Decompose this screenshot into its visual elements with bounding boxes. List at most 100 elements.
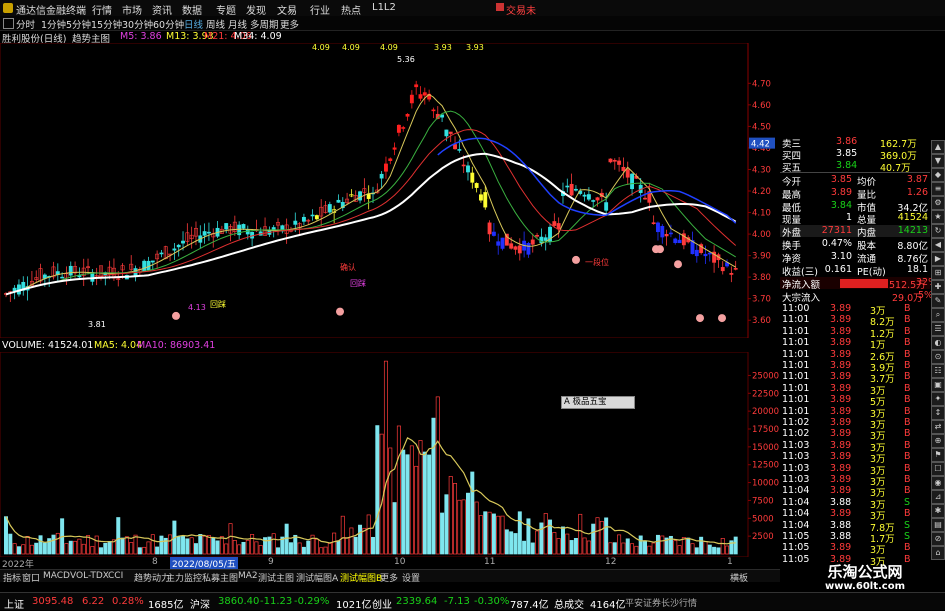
volume-bar (232, 540, 237, 555)
sidebar-tool-icon[interactable]: ⊘ (931, 532, 945, 546)
sidebar-tool-icon[interactable]: ☐ (931, 462, 945, 476)
sidebar-tool-icon[interactable]: ▣ (931, 378, 945, 392)
toolbar-item-10[interactable]: 更多 (280, 17, 299, 31)
indicator-popup[interactable]: A 极品五宝 (561, 396, 635, 409)
indicator-tab-1[interactable]: 窗口 (22, 571, 40, 584)
menu-item-5[interactable]: 发现 (246, 2, 266, 17)
toolbar-item-1[interactable]: 1分钟 (41, 17, 66, 31)
sidebar-tool-icon[interactable]: ≡ (931, 182, 945, 196)
signal-dot (572, 255, 580, 264)
toolbar-item-3[interactable]: 15分钟 (91, 17, 122, 31)
toolbar-item-5[interactable]: 60分钟 (153, 17, 184, 31)
sidebar-tool-icon[interactable]: ✦ (931, 392, 945, 406)
indicator-tab-0[interactable]: 指标 (3, 571, 21, 584)
indicator-tab-6[interactable]: 主力监控 (166, 571, 202, 584)
candle-body (453, 144, 457, 150)
tick-row: 11:01 3.89 3万 B (780, 383, 930, 397)
sidebar-tool-icon[interactable]: ⊞ (931, 266, 945, 280)
toolbar-item-7[interactable]: 周线 (206, 17, 225, 31)
volume-bar (150, 534, 155, 555)
indicator-tab-8[interactable]: MA2 (238, 571, 258, 581)
sidebar-tool-icon[interactable]: ▶ (931, 252, 945, 266)
volume-tick-label: 12500 (752, 461, 779, 471)
app-title: 通达信金融终端 (16, 6, 86, 17)
volume-bar (422, 451, 427, 555)
volume-chart[interactable]: 25000 22500 20000 17500 15000 12500 10000 7500 5… (0, 352, 780, 557)
sh-index-value: 3095.48 (32, 596, 74, 607)
sidebar-tool-icon[interactable]: ⌕ (931, 308, 945, 322)
indicator-tab-13[interactable]: 设置 (402, 571, 420, 584)
volume-bar (651, 542, 656, 555)
sidebar-tool-icon[interactable]: ⊕ (931, 434, 945, 448)
sidebar-tool-icon[interactable]: ⊙ (931, 350, 945, 364)
indicator-tab-4[interactable]: CCI (108, 571, 123, 581)
sidebar-tool-icon[interactable]: ✎ (931, 294, 945, 308)
menu-item-6[interactable]: 文易 (277, 2, 297, 17)
volume-bar (673, 540, 678, 555)
layout-toggle[interactable]: 横板 (730, 571, 748, 584)
sidebar-tool-icon[interactable]: ◐ (931, 336, 945, 350)
toolbar-item-4[interactable]: 30分钟 (122, 17, 153, 31)
sidebar-tool-icon[interactable]: ⚑ (931, 448, 945, 462)
menu-item-8[interactable]: 热点 (341, 2, 361, 17)
sidebar-tool-icon[interactable]: ↕ (931, 406, 945, 420)
tick-row: 11:01 3.89 8.2万 B (780, 314, 930, 328)
tick-p: 3.89 (830, 474, 852, 485)
menu-item-2[interactable]: 资讯 (152, 2, 172, 17)
cy-index-pct: -0.30% (474, 596, 510, 607)
sidebar-tool-icon[interactable]: ⚙ (931, 196, 945, 210)
volume-bar (77, 538, 82, 555)
window-icon[interactable] (3, 18, 14, 29)
watermark-cn: 乐淘公式网 (827, 563, 902, 581)
sidebar-tool-icon[interactable]: ⊿ (931, 490, 945, 504)
volume-bar (250, 534, 255, 555)
candlestick-chart[interactable]: 4.704.604.504.404.304.204.104.003.903.80… (0, 43, 780, 338)
sidebar-tool-icon[interactable]: ◀ (931, 238, 945, 252)
price-tick-label: 3.70 (752, 295, 771, 305)
volume-bar (517, 511, 522, 555)
toolbar-item-9[interactable]: 多周期 (250, 17, 279, 31)
volume-bar (457, 499, 462, 555)
indicator-tab-2[interactable]: MACD (43, 571, 70, 581)
sidebar-tool-icon[interactable]: ◆ (931, 168, 945, 182)
sidebar-tool-icon[interactable]: ▲ (931, 140, 945, 154)
indicator-tab-5[interactable]: 趋势动力 (134, 571, 170, 584)
sidebar-tool-icon[interactable]: ▼ (931, 154, 945, 168)
sidebar-tool-icon[interactable]: ☰ (931, 322, 945, 336)
menu-item-3[interactable]: 数据 (182, 2, 202, 17)
menu-item-7[interactable]: 行业 (310, 2, 330, 17)
sidebar-tool-icon[interactable]: ⇄ (931, 420, 945, 434)
indicator-tab-10[interactable]: 测试幅图A (296, 571, 338, 584)
menu-item-0[interactable]: 行情 (92, 2, 112, 17)
menu-item-4[interactable]: 专题 (216, 2, 236, 17)
trade-label[interactable]: 交易未 (506, 2, 536, 17)
candle-body (12, 287, 17, 292)
volume-bar (38, 535, 43, 555)
sidebar-tool-icon[interactable]: ↻ (931, 224, 945, 238)
sidebar-tool-icon[interactable]: ✱ (931, 504, 945, 518)
toolbar-item-6[interactable]: 日线 (184, 17, 203, 31)
toolbar-item-0[interactable]: 分时 (16, 17, 35, 31)
tick-t: 11:04 (782, 496, 810, 508)
sidebar-tool-icon[interactable]: ◉ (931, 476, 945, 490)
toolbar-item-8[interactable]: 月线 (228, 17, 247, 31)
sidebar-tool-icon[interactable]: ★ (931, 210, 945, 224)
sidebar-tool-icon[interactable]: ✚ (931, 280, 945, 294)
volume-bar (440, 512, 445, 555)
toolbar-item-2[interactable]: 5分钟 (66, 17, 91, 31)
indicator-tab-9[interactable]: 测试主图 (258, 571, 294, 584)
candle-body (310, 214, 315, 217)
volume-bar (103, 542, 108, 555)
indicator-tab-3[interactable]: VOL-TDX (70, 571, 109, 581)
sidebar-tool-icon[interactable]: ☷ (931, 364, 945, 378)
indicator-tab-7[interactable]: 私募主图 (202, 571, 238, 584)
sidebar-tool-icon[interactable]: ▤ (931, 518, 945, 532)
volume-bar (435, 396, 440, 555)
sidebar-tool-icon[interactable]: ⌂ (931, 546, 945, 560)
menu-item-1[interactable]: 市场 (122, 2, 142, 17)
tick-p: 3.89 (830, 542, 852, 554)
indicator-tab-11[interactable]: 测试幅图B (340, 571, 382, 584)
menu-item-9[interactable]: L1L2 (372, 2, 396, 13)
volume-bar (604, 517, 609, 555)
indicator-tab-12[interactable]: 更多 (380, 571, 398, 584)
